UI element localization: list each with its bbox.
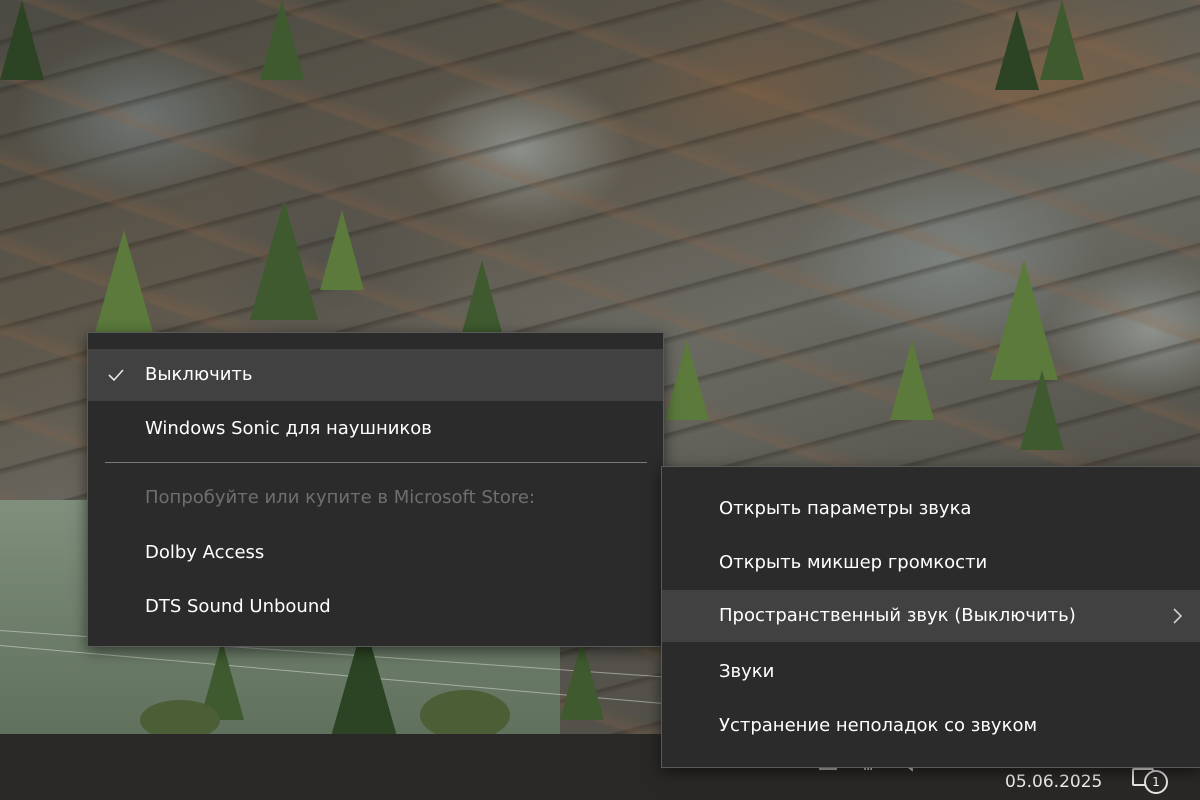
pine-tree: [1020, 370, 1064, 450]
pine-tree: [260, 0, 304, 80]
spatial-off-item[interactable]: Выключить: [88, 349, 663, 401]
menu-separator: [105, 462, 647, 463]
menu-item-label: Windows Sonic для наушников: [145, 418, 432, 439]
pine-tree: [0, 0, 44, 80]
checkmark-icon: [108, 369, 124, 382]
store-hint-label: Попробуйте или купите в Microsoft Store:: [145, 487, 535, 508]
pine-tree: [890, 340, 934, 420]
shrub: [420, 690, 510, 740]
pine-tree: [1040, 0, 1084, 80]
sounds-item[interactable]: Звуки: [662, 646, 1200, 698]
menu-item-label: DTS Sound Unbound: [145, 596, 331, 617]
open-sound-settings-item[interactable]: Открыть параметры звука: [662, 483, 1200, 535]
pine-tree: [990, 260, 1058, 380]
menu-item-label: Открыть параметры звука: [719, 498, 972, 519]
open-volume-mixer-item[interactable]: Открыть микшер громкости: [662, 537, 1200, 589]
dolby-access-item[interactable]: Dolby Access: [88, 527, 663, 579]
spatial-sound-item[interactable]: Пространственный звук (Выключить): [662, 590, 1200, 642]
pine-tree: [995, 10, 1039, 90]
pine-tree: [320, 210, 364, 290]
taskbar-date[interactable]: 05.06.2025: [1005, 772, 1102, 792]
spatial-sound-submenu: Выключить Windows Sonic для наушников По…: [87, 332, 664, 647]
menu-item-label: Пространственный звук (Выключить): [719, 605, 1076, 626]
menu-item-label: Устранение неполадок со звуком: [719, 715, 1038, 736]
chevron-right-icon: [1173, 608, 1183, 624]
pine-tree: [460, 260, 504, 340]
menu-item-label: Открыть микшер громкости: [719, 552, 988, 573]
menu-item-label: Звуки: [719, 661, 775, 682]
menu-item-label: Dolby Access: [145, 542, 265, 563]
pine-tree: [250, 200, 318, 320]
windows-sonic-item[interactable]: Windows Sonic для наушников: [88, 403, 663, 455]
menu-item-label: Выключить: [145, 364, 253, 385]
notification-count-badge: 1: [1144, 770, 1168, 794]
dts-sound-unbound-item[interactable]: DTS Sound Unbound: [88, 581, 663, 633]
notification-center-button[interactable]: 1: [1132, 764, 1172, 794]
pine-tree: [560, 640, 604, 720]
troubleshoot-sound-item[interactable]: Устранение неполадок со звуком: [662, 700, 1200, 752]
store-hint: Попробуйте или купите в Microsoft Store:: [88, 472, 663, 524]
sound-context-menu: Открыть параметры звука Открыть микшер г…: [661, 466, 1200, 768]
pine-tree: [665, 340, 709, 420]
